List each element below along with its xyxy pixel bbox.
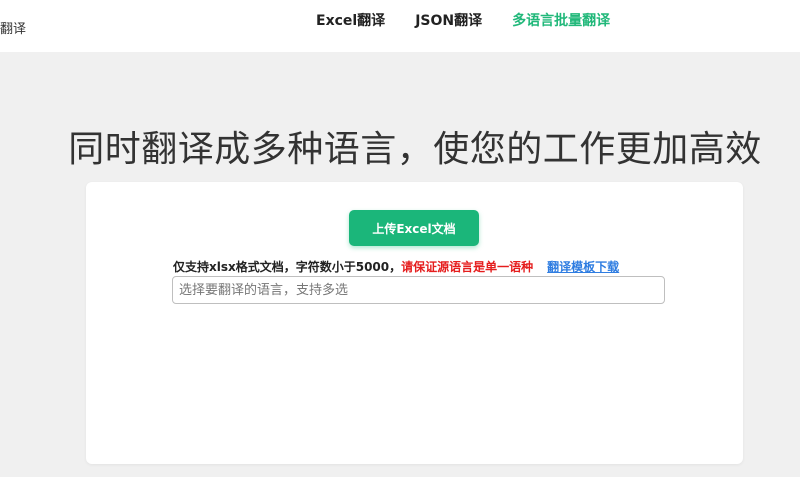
- page-headline: 同时翻译成多种语言，使您的工作更加高效: [68, 129, 762, 170]
- upload-notice: 仅支持xlsx格式文档，字符数小于5000，请保证源语言是单一语种 翻译模板下载: [173, 258, 619, 275]
- nav-excel-translate[interactable]: Excel翻译: [316, 10, 385, 30]
- upload-card: 上传Excel文档 仅支持xlsx格式文档，字符数小于5000，请保证源语言是单…: [86, 182, 743, 464]
- language-select[interactable]: [172, 276, 665, 304]
- source-language-warning: 请保证源语言是单一语种: [401, 260, 534, 274]
- format-notice-text: 仅支持xlsx格式文档，字符数小于5000，: [173, 260, 402, 274]
- language-select-input[interactable]: [173, 277, 664, 303]
- upload-excel-button[interactable]: 上传Excel文档: [349, 210, 479, 246]
- template-download-link[interactable]: 翻译模板下载: [547, 260, 619, 274]
- nav-multi-language-batch-translate[interactable]: 多语言批量翻译: [512, 10, 610, 30]
- nav-json-translate[interactable]: JSON翻译: [415, 10, 482, 30]
- top-nav: Excel翻译 JSON翻译 多语言批量翻译: [316, 10, 610, 30]
- brand-title: 翻译: [0, 22, 27, 37]
- top-bar: 翻译 Excel翻译 JSON翻译 多语言批量翻译: [0, 0, 800, 52]
